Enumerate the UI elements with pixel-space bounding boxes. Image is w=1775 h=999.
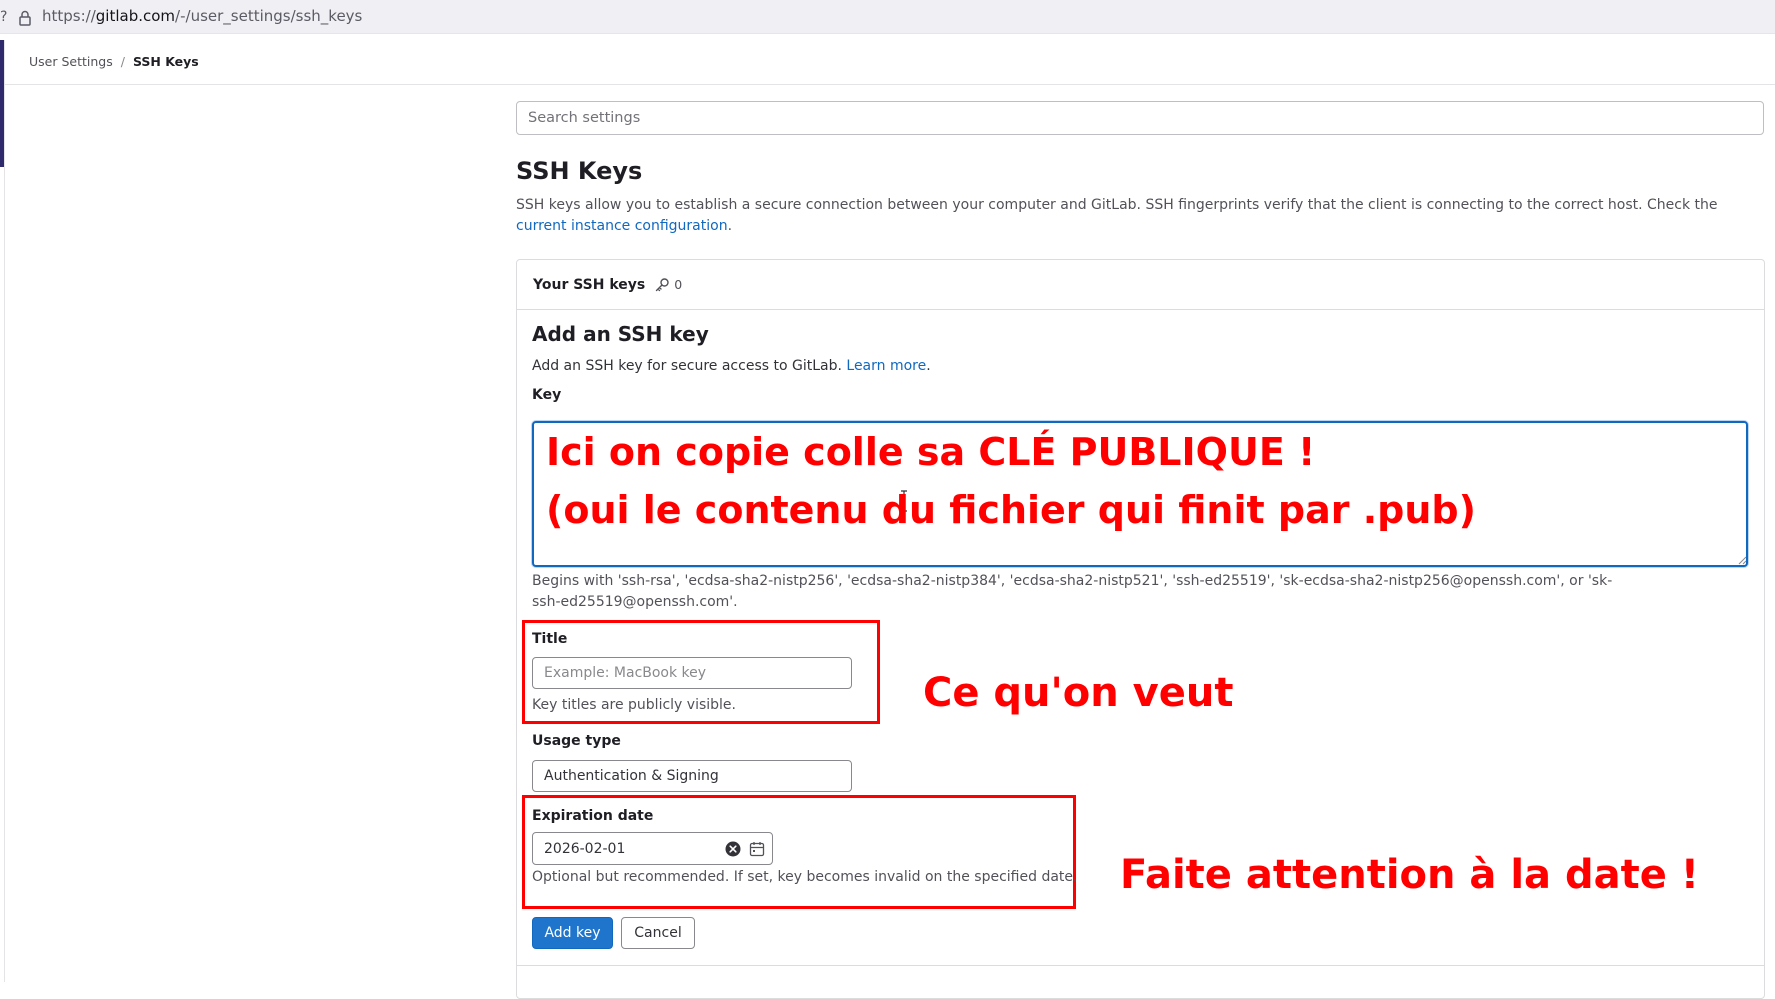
expiration-date-value: 2026-02-01 (544, 840, 626, 857)
url-host: gitlab.com (95, 7, 176, 25)
card-header: Your SSH keys 0 (517, 260, 1764, 310)
key-icon (656, 277, 669, 291)
your-ssh-keys-title: Your SSH keys (533, 276, 646, 293)
cancel-button[interactable]: Cancel (621, 917, 695, 949)
sidebar-border (4, 40, 5, 982)
add-ssh-key-description-end: . (926, 358, 931, 374)
header-divider (5, 84, 1775, 85)
page-description: SSH keys allow you to establish a secure… (516, 195, 1766, 237)
usage-type-label: Usage type (532, 733, 621, 749)
learn-more-link[interactable]: Learn more (846, 358, 926, 374)
add-ssh-key-description: Add an SSH key for secure access to GitL… (532, 358, 931, 374)
add-key-button[interactable]: Add key (532, 917, 613, 949)
browser-url-bar[interactable]: ? https://gitlab.com/-/user_settings/ssh… (0, 0, 1775, 34)
calendar-icon[interactable] (749, 841, 765, 857)
breadcrumb-user-settings[interactable]: User Settings (29, 54, 113, 69)
annotation-public-key-line-1: Ici on copie colle sa CLÉ PUBLIQUE ! (546, 430, 1316, 474)
usage-type-value: Authentication & Signing (544, 768, 719, 784)
lock-icon (19, 10, 31, 26)
annotation-public-key-line-2: (oui le contenu du fichier qui finit par… (546, 488, 1476, 532)
title-help-text: Key titles are publicly visible. (532, 697, 736, 713)
usage-type-select[interactable]: Authentication & Signing (532, 760, 852, 792)
expiration-date-label: Expiration date (532, 808, 654, 824)
expiration-help-text: Optional but recommended. If set, key be… (532, 869, 1078, 885)
clear-icon[interactable] (725, 841, 741, 857)
title-input[interactable] (532, 657, 852, 689)
ssh-key-count: 0 (674, 277, 683, 292)
title-label: Title (532, 631, 568, 647)
page-title: SSH Keys (516, 157, 643, 185)
resize-grip-icon[interactable] (1737, 555, 1747, 565)
url-prefix: https:// (42, 7, 96, 25)
add-ssh-key-description-text: Add an SSH key for secure access to GitL… (532, 358, 847, 374)
back-arrow-fragment-icon[interactable]: ? (0, 9, 7, 25)
current-instance-configuration-link[interactable]: current instance configuration (516, 218, 728, 234)
annotation-date: Faite attention à la date ! (1120, 852, 1700, 898)
breadcrumb-ssh-keys[interactable]: SSH Keys (133, 54, 199, 69)
search-settings-input[interactable] (516, 101, 1764, 135)
key-help-text: Begins with 'ssh-rsa', 'ecdsa-sha2-nistp… (532, 573, 1613, 610)
expiration-date-input[interactable]: 2026-02-01 (532, 832, 773, 865)
key-label: Key (532, 387, 562, 403)
page-description-text: SSH keys allow you to establish a secure… (516, 197, 1718, 213)
breadcrumb-separator: / (120, 54, 125, 69)
card-footer-divider (517, 965, 1764, 966)
add-ssh-key-heading: Add an SSH key (532, 322, 709, 346)
url-path: /-/user_settings/ssh_keys (175, 7, 363, 25)
url-text[interactable]: https://gitlab.com/-/user_settings/ssh_k… (42, 7, 362, 25)
annotation-title: Ce qu'on veut (923, 670, 1234, 716)
page-description-end: . (727, 218, 733, 234)
breadcrumb: User Settings / SSH Keys (29, 54, 199, 69)
